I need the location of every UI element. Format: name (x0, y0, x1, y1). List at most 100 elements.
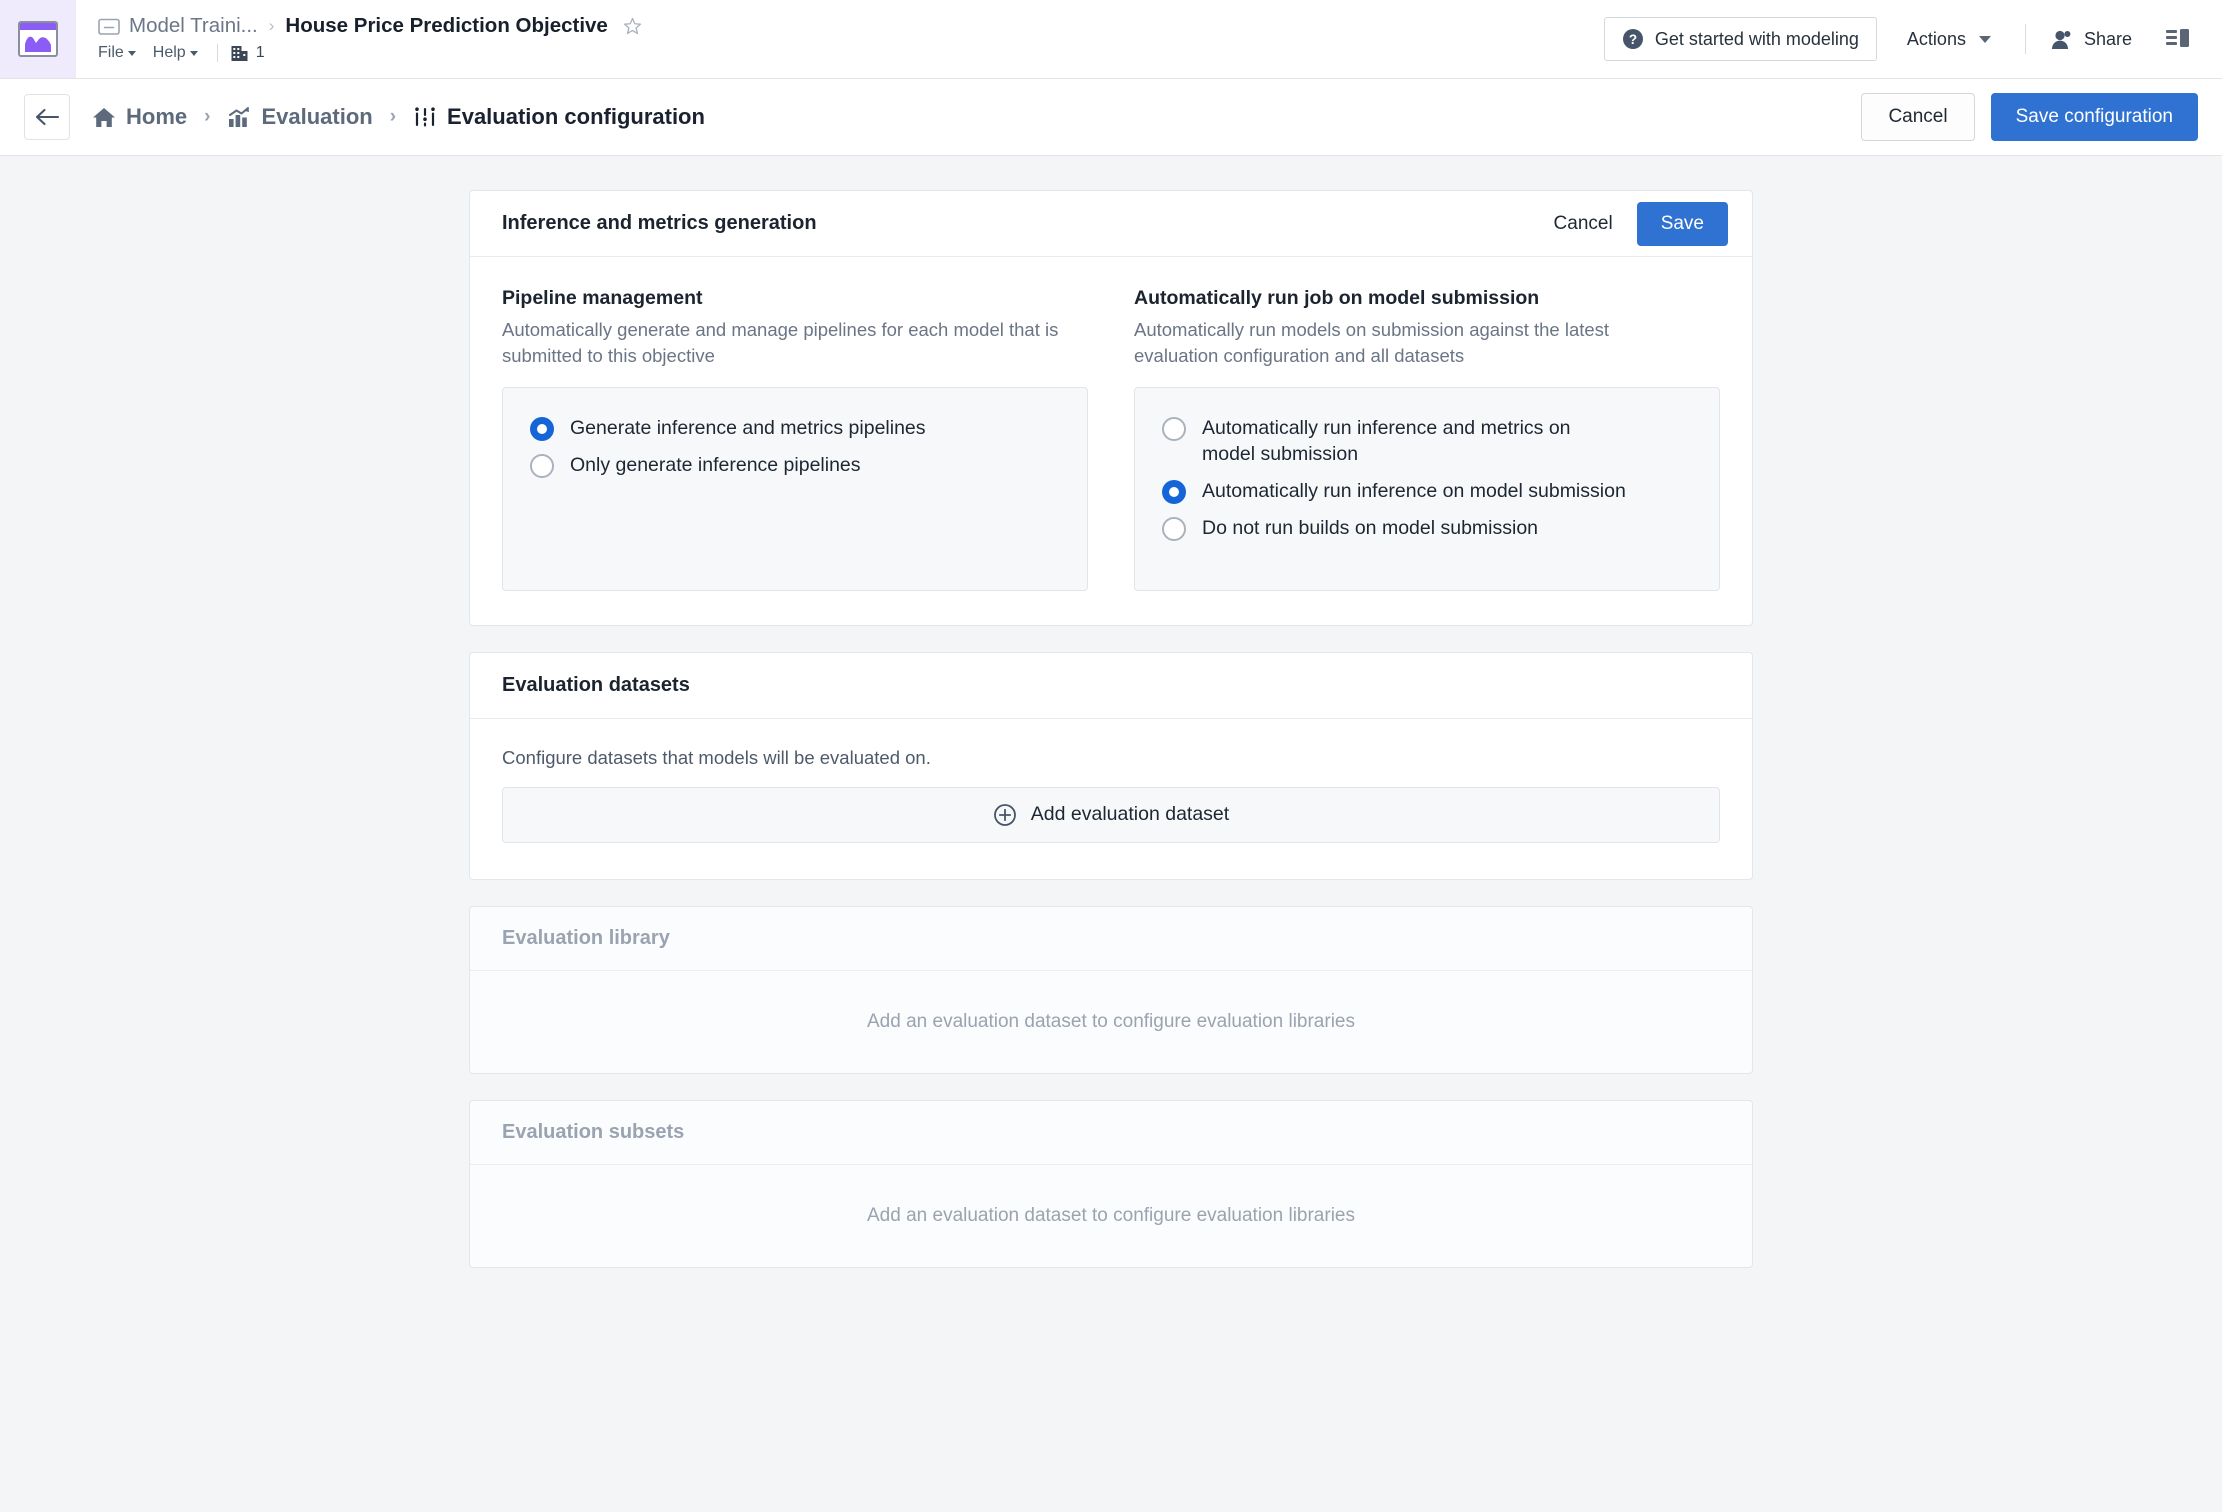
app-icon-mountain-glyph (25, 36, 51, 52)
radio-label: Do not run builds on model submission (1202, 517, 1539, 540)
breadcrumb-item-evaluation-configuration: Evaluation configuration (413, 104, 705, 130)
evaluation-subsets-empty-state: Add an evaluation dataset to configure e… (470, 1165, 1752, 1267)
top-bar: Model Traini... › House Price Prediction… (0, 0, 2222, 79)
chart-app-icon (18, 21, 58, 57)
share-label: Share (2083, 28, 2132, 49)
chevron-down-icon (1978, 35, 1991, 43)
top-breadcrumb: Model Traini... › House Price Prediction… (98, 14, 1604, 38)
top-bar-actions: ? Get started with modeling Actions Shar… (1603, 0, 2222, 78)
document-title-block: Model Traini... › House Price Prediction… (76, 0, 1604, 78)
evaluation-datasets-title: Evaluation datasets (502, 673, 690, 696)
evaluation-library-header: Evaluation library (470, 907, 1752, 971)
pipeline-management-group: Pipeline management Automatically genera… (502, 287, 1088, 591)
app-icon-titlebar (20, 23, 56, 30)
breadcrumb-item-home-label: Home (126, 104, 188, 129)
radio-label: Automatically run inference and metrics … (1202, 416, 1571, 465)
toolbar-divider (2024, 24, 2026, 54)
star-outline-icon[interactable] (623, 17, 642, 36)
inference-and-metrics-card: Inference and metrics generation Cancel … (469, 190, 1753, 626)
side-panel-toggle[interactable] (2160, 19, 2198, 59)
evaluation-datasets-description: Configure datasets that models will be e… (502, 746, 931, 768)
folder-icon (98, 18, 120, 35)
breadcrumb-separator: › (389, 106, 397, 127)
add-evaluation-dataset-label: Add evaluation dataset (1030, 803, 1230, 826)
get-started-button[interactable]: ? Get started with modeling (1603, 17, 1877, 61)
evaluation-datasets-body: Configure datasets that models will be e… (470, 719, 1752, 879)
breadcrumb-item-evaluation-configuration-label: Evaluation configuration (447, 104, 705, 129)
evaluation-subsets-card: Evaluation subsets Add an evaluation dat… (469, 1099, 1753, 1268)
radio-option-do-not-run-builds[interactable]: Do not run builds on model submission (1159, 510, 1695, 547)
pipeline-management-description: Automatically generate and manage pipeli… (502, 319, 1059, 367)
add-evaluation-dataset-button[interactable]: Add evaluation dataset (502, 786, 1720, 843)
radio-button[interactable] (530, 416, 554, 441)
actions-menu-button[interactable]: Actions (1891, 19, 2007, 60)
evaluation-subsets-title: Evaluation subsets (502, 1120, 685, 1143)
radio-button[interactable] (1162, 416, 1186, 441)
autorun-group: Automatically run job on model submissio… (1134, 287, 1720, 591)
radio-option-only-generate-inference[interactable]: Only generate inference pipelines (527, 447, 1063, 484)
menu-help-label: Help (152, 44, 186, 61)
get-started-label: Get started with modeling (1654, 28, 1859, 49)
save-configuration-button[interactable]: Save configuration (1990, 93, 2198, 141)
autorun-radio-group: Automatically run inference and metrics … (1134, 386, 1720, 591)
menu-file[interactable]: File (98, 42, 145, 64)
side-panel-icon (2166, 29, 2189, 47)
breadcrumb-item-home[interactable]: Home (92, 104, 187, 130)
radio-label: Automatically run inference on model sub… (1202, 480, 1626, 503)
inference-cancel-button[interactable]: Cancel (1536, 203, 1631, 245)
breadcrumb-parent-link[interactable]: Model Traini... (129, 14, 258, 38)
inference-save-button[interactable]: Save (1636, 201, 1728, 246)
menu-divider (216, 44, 218, 62)
breadcrumb-item-evaluation-label: Evaluation (261, 104, 373, 129)
radio-label: Only generate inference pipelines (570, 453, 861, 476)
evaluation-datasets-header: Evaluation datasets (470, 653, 1752, 719)
home-icon (93, 107, 115, 127)
radio-option-generate-inference-and-metrics[interactable]: Generate inference and metrics pipelines (527, 410, 1063, 447)
main-content: Inference and metrics generation Cancel … (0, 156, 2222, 1294)
pipeline-management-radio-group: Generate inference and metrics pipelines… (502, 386, 1088, 591)
breadcrumb-bar: Home › Evaluation › Evaluation configura… (0, 79, 2222, 156)
svg-text:?: ? (1629, 32, 1637, 47)
evaluation-datasets-card: Evaluation datasets Configure datasets t… (469, 651, 1753, 880)
arrow-left-icon (35, 108, 60, 126)
back-button[interactable] (24, 94, 70, 140)
menu-help[interactable]: Help (153, 42, 207, 64)
breadcrumb-separator: › (268, 16, 275, 35)
breadcrumb-bar-actions: Cancel Save configuration (1861, 93, 2198, 141)
radio-option-autorun-inference-and-metrics[interactable]: Automatically run inference and metrics … (1159, 410, 1695, 474)
radio-button[interactable] (1162, 517, 1186, 542)
evaluation-library-empty-state: Add an evaluation dataset to configure e… (470, 971, 1752, 1073)
person-icon (2051, 30, 2071, 49)
share-button[interactable]: Share (2044, 21, 2138, 58)
radio-button[interactable] (530, 453, 554, 478)
autorun-description: Automatically run models on submission a… (1134, 319, 1610, 367)
cancel-button[interactable]: Cancel (1861, 93, 1975, 141)
evaluation-subsets-empty-text: Add an evaluation dataset to configure e… (867, 1204, 1355, 1226)
chevron-down-icon (189, 50, 198, 56)
breadcrumb-separator: › (204, 106, 211, 127)
actions-label: Actions (1906, 28, 1966, 49)
evaluation-subsets-header: Evaluation subsets (470, 1101, 1752, 1165)
breadcrumb: Home › Evaluation › Evaluation configura… (92, 104, 705, 130)
evaluation-library-title: Evaluation library (502, 926, 670, 949)
app-menu-bar: File Help 1 (98, 42, 1604, 64)
inference-card-title: Inference and metrics generation (502, 212, 817, 234)
chevron-down-icon (127, 50, 136, 56)
org-indicator[interactable]: 1 (230, 44, 265, 63)
pipeline-management-title: Pipeline management (502, 287, 703, 309)
inference-card-actions: Cancel Save (1536, 201, 1728, 246)
breadcrumb-item-evaluation[interactable]: Evaluation (227, 104, 373, 130)
inference-card-body: Pipeline management Automatically genera… (470, 257, 1752, 625)
building-icon (231, 45, 248, 61)
radio-option-autorun-inference[interactable]: Automatically run inference on model sub… (1159, 473, 1695, 510)
radio-button[interactable] (1162, 480, 1186, 505)
page-title: House Price Prediction Objective (285, 14, 608, 37)
evaluation-library-card: Evaluation library Add an evaluation dat… (469, 905, 1753, 1074)
org-count: 1 (255, 44, 265, 61)
app-icon-button[interactable] (0, 0, 76, 78)
evaluation-library-empty-text: Add an evaluation dataset to configure e… (867, 1010, 1355, 1032)
plus-circle-icon (993, 803, 1016, 826)
chart-trend-icon (229, 106, 250, 127)
inference-card-header: Inference and metrics generation Cancel … (470, 191, 1752, 257)
radio-label: Generate inference and metrics pipelines (570, 416, 926, 439)
